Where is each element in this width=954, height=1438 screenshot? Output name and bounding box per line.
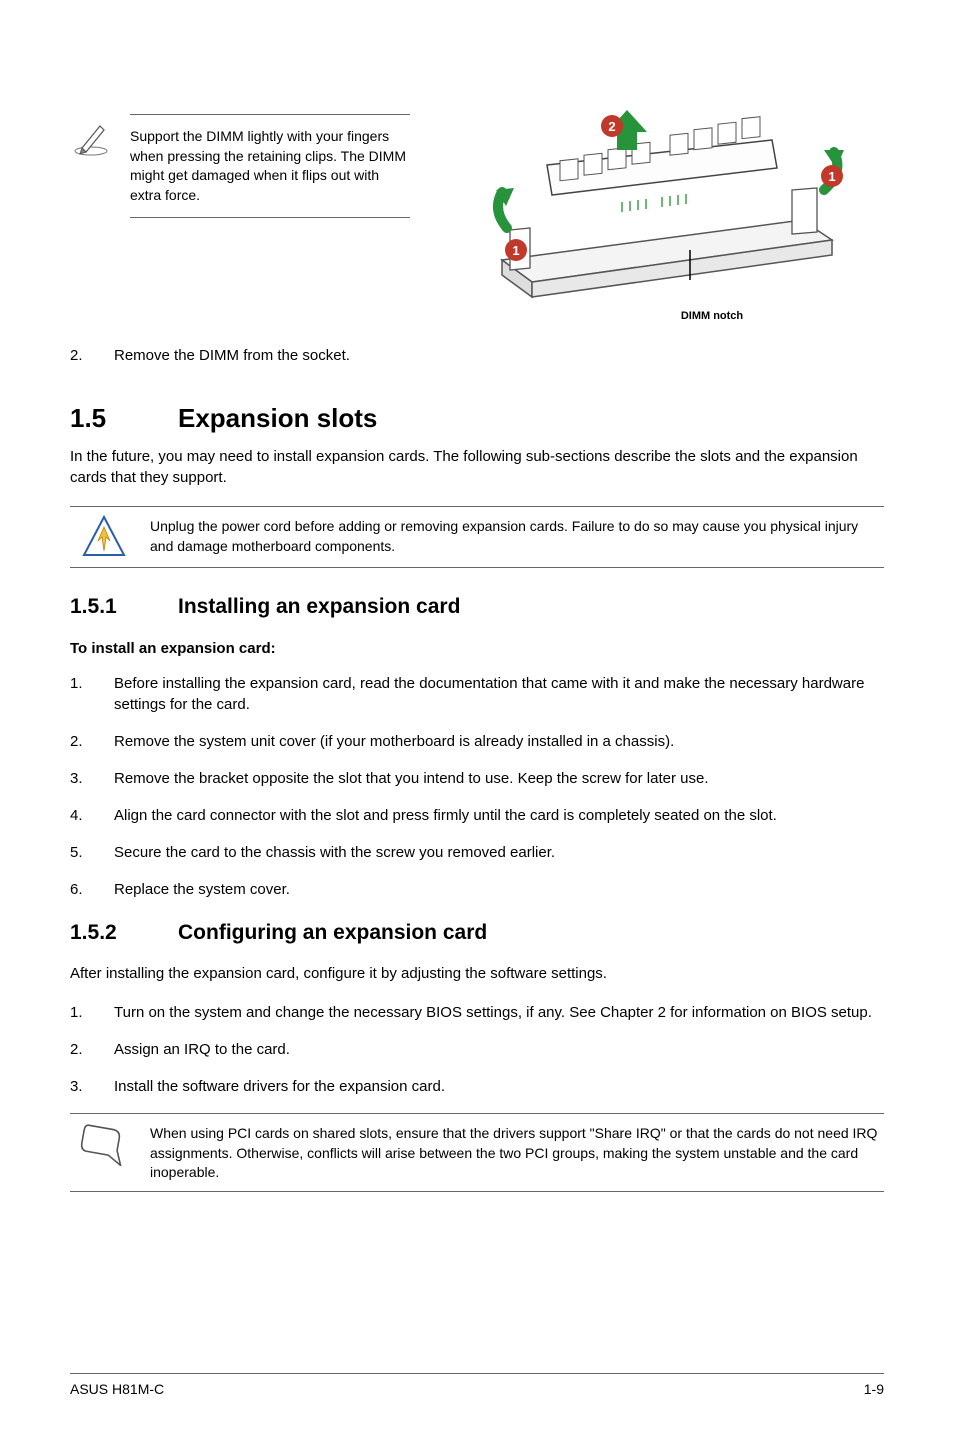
dimm-removal-diagram: 1 1 2 DIMM notch [440, 110, 884, 325]
note-text: When using PCI cards on shared slots, en… [150, 1122, 884, 1183]
svg-text:2: 2 [608, 119, 615, 134]
install-step-text: Before installing the expansion card, re… [114, 673, 884, 715]
footer-page-number: 1-9 [864, 1380, 884, 1400]
configure-step-text: Assign an IRQ to the card. [114, 1039, 884, 1060]
note-icon [70, 1122, 150, 1183]
install-step-text: Remove the bracket opposite the slot tha… [114, 768, 884, 789]
install-step-text: Secure the card to the chassis with the … [114, 842, 884, 863]
install-step-text: Remove the system unit cover (if your mo… [114, 731, 884, 752]
dimm-support-note: Support the DIMM lightly with your finge… [130, 114, 410, 218]
warning-callout: Unplug the power cord before adding or r… [70, 506, 884, 568]
install-step-text: Replace the system cover. [114, 879, 884, 900]
pencil-icon [70, 110, 130, 325]
heading-expansion-slots: 1.5Expansion slots [70, 400, 884, 436]
heading-configuring-expansion-card: 1.5.2Configuring an expansion card [70, 918, 884, 947]
configure-step-text: Install the software drivers for the exp… [114, 1076, 884, 1097]
install-step-text: Align the card connector with the slot a… [114, 805, 884, 826]
expansion-slots-intro: In the future, you may need to install e… [70, 446, 884, 488]
svg-text:1: 1 [512, 243, 519, 258]
configure-step-text: Turn on the system and change the necess… [114, 1002, 884, 1023]
warning-icon [70, 515, 150, 559]
footer-product: ASUS H81M-C [70, 1380, 164, 1400]
note-callout: When using PCI cards on shared slots, en… [70, 1113, 884, 1192]
configure-card-intro: After installing the expansion card, con… [70, 963, 884, 984]
configure-card-steps: 1.Turn on the system and change the nece… [70, 1002, 884, 1097]
step-remove-dimm: 2.Remove the DIMM from the socket. [70, 345, 884, 366]
svg-text:1: 1 [828, 169, 835, 184]
heading-installing-expansion-card: 1.5.1Installing an expansion card [70, 592, 884, 621]
dimm-notch-label: DIMM notch [490, 309, 934, 324]
install-card-lead: To install an expansion card: [70, 638, 884, 659]
install-card-steps: 1.Before installing the expansion card, … [70, 673, 884, 900]
warning-text: Unplug the power cord before adding or r… [150, 515, 884, 559]
